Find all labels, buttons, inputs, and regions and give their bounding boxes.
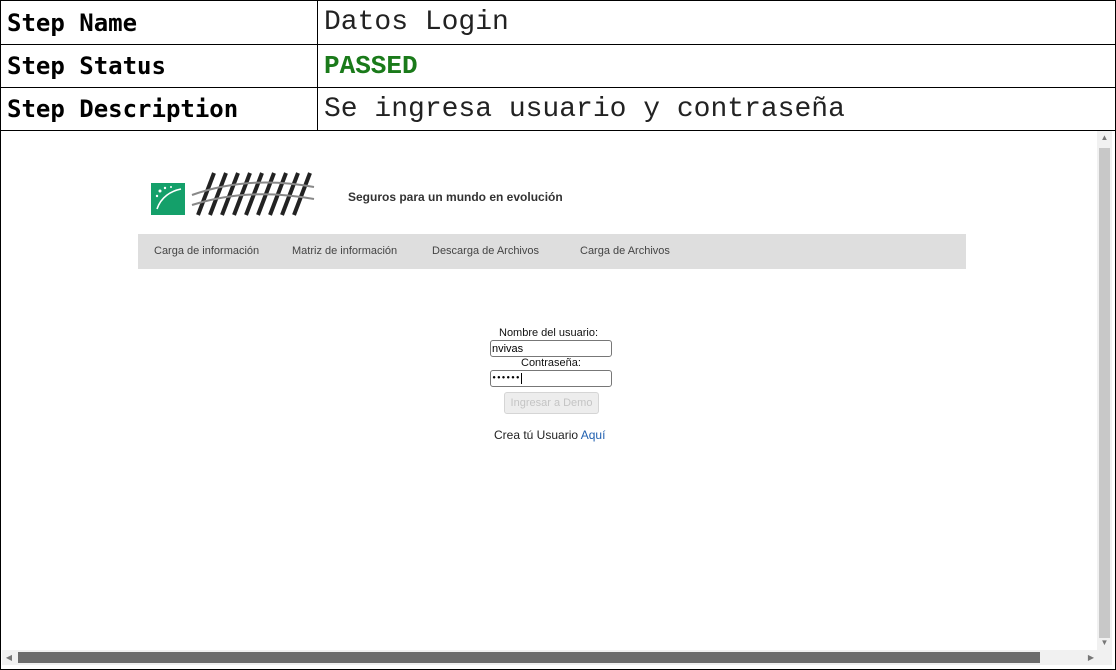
- username-input[interactable]: [490, 340, 612, 357]
- create-user-text: Crea tú Usuario: [494, 428, 581, 442]
- bnp-logo-icon: [151, 183, 185, 215]
- step-name-row: Step Name Datos Login: [1, 1, 1115, 45]
- nav-bar: Carga de información Matriz de informaci…: [138, 234, 966, 269]
- step-name-label: Step Name: [7, 8, 138, 37]
- step-description-label: Step Description: [7, 95, 239, 123]
- nav-carga-informacion[interactable]: Carga de información: [154, 234, 259, 269]
- horizontal-scrollbar[interactable]: ◀ ▶: [2, 650, 1112, 665]
- scroll-down-icon[interactable]: ▼: [1097, 636, 1112, 650]
- column-divider: [317, 45, 318, 87]
- horizontal-scroll-thumb[interactable]: [18, 652, 1040, 663]
- brand-wordmark-icon: [191, 172, 315, 216]
- scroll-up-icon[interactable]: ▲: [1097, 131, 1112, 145]
- nav-matriz-informacion[interactable]: Matriz de información: [292, 234, 397, 269]
- vertical-scroll-thumb[interactable]: [1099, 148, 1110, 638]
- login-submit-button[interactable]: Ingresar a Demo: [504, 392, 599, 414]
- create-user-link[interactable]: Aquí: [581, 428, 606, 442]
- password-input[interactable]: ••••••: [490, 370, 612, 387]
- password-label: Contraseña:: [521, 357, 581, 369]
- step-name-value: Datos Login: [324, 7, 509, 38]
- step-description-value: Se ingresa usuario y contraseña: [324, 93, 845, 125]
- scroll-right-icon[interactable]: ▶: [1084, 650, 1098, 665]
- column-divider: [317, 88, 318, 130]
- column-divider: [317, 1, 318, 44]
- step-status-label: Step Status: [7, 52, 166, 80]
- scroll-left-icon[interactable]: ◀: [2, 650, 16, 665]
- step-status-row: Step Status PASSED: [1, 45, 1115, 88]
- vertical-scrollbar[interactable]: ▲ ▼: [1097, 131, 1112, 650]
- username-label: Nombre del usuario:: [499, 327, 599, 339]
- nav-carga-archivos[interactable]: Carga de Archivos: [580, 234, 670, 269]
- nav-descarga-archivos[interactable]: Descarga de Archivos: [432, 234, 539, 269]
- step-status-value: PASSED: [324, 51, 418, 81]
- tagline: Seguros para un mundo en evolución: [348, 190, 563, 204]
- step-description-row: Step Description Se ingresa usuario y co…: [1, 88, 1115, 131]
- create-user-line: Crea tú Usuario Aquí: [494, 428, 605, 442]
